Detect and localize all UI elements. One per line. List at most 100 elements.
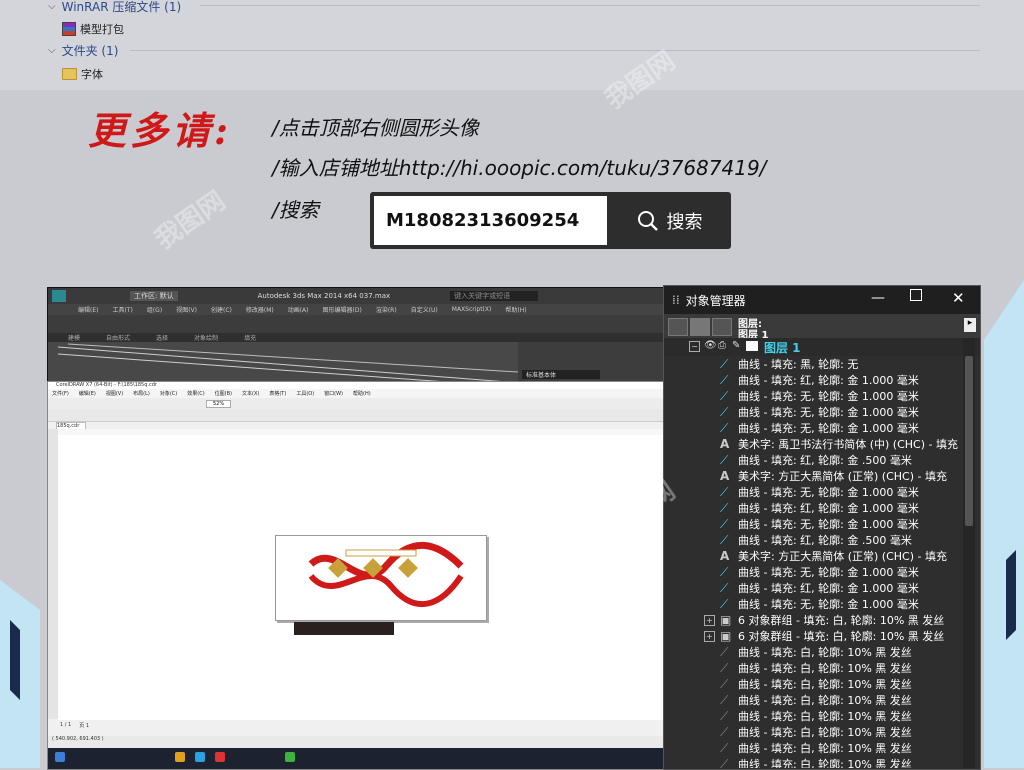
- object-row[interactable]: ⟋ 曲线 - 填充: 无, 轮廓: 金 1.000 毫米: [664, 516, 964, 532]
- menu-item[interactable]: 视图(V): [176, 305, 197, 314]
- windows-start-icon[interactable]: [55, 752, 65, 762]
- menu-item[interactable]: 视图(V): [106, 390, 123, 397]
- ribbon-tab[interactable]: 选择: [156, 333, 168, 342]
- layer-row[interactable]: − 👁 ⎙ ✎ 图层 1: [664, 338, 980, 356]
- curve-icon: ⟋: [720, 564, 729, 579]
- visibility-icon[interactable]: 👁: [704, 340, 717, 351]
- object-row[interactable]: ⟋ 曲线 - 填充: 无, 轮廓: 金 1.000 毫米: [664, 484, 964, 500]
- app-icon[interactable]: [215, 752, 225, 762]
- file-item-folder[interactable]: 字体: [62, 66, 103, 82]
- lock-icon[interactable]: ✎: [732, 340, 740, 351]
- collapse-icon[interactable]: −: [689, 341, 700, 352]
- object-row[interactable]: ⟋ 曲线 - 填充: 红, 轮廓: 金 1.000 毫米: [664, 372, 964, 388]
- workspace-select[interactable]: 工作区: 默认: [130, 291, 178, 301]
- menu-item[interactable]: 工具(O): [296, 390, 314, 397]
- file-item-rar[interactable]: 模型打包: [62, 21, 124, 37]
- object-row[interactable]: A 美术字: 方正大黑简体 (正常) (CHC) - 填充: [664, 548, 964, 564]
- maximize-icon[interactable]: [910, 289, 922, 301]
- object-row[interactable]: ⟋ 曲线 - 填充: 红, 轮廓: 金 .500 毫米: [664, 452, 964, 468]
- menu-item[interactable]: 效果(C): [187, 390, 204, 397]
- menu-item[interactable]: 组(G): [147, 305, 162, 314]
- group-header-winrar[interactable]: ⌵ WinRAR 压缩文件 (1): [48, 0, 181, 15]
- object-row[interactable]: ⟋ 曲线 - 填充: 白, 轮廓: 10% 黑 发丝: [664, 740, 964, 756]
- artwork-strip[interactable]: [294, 622, 394, 635]
- search-input[interactable]: [374, 196, 607, 245]
- menu-item[interactable]: 修改器(M): [246, 305, 274, 314]
- object-row[interactable]: ⟋ 曲线 - 填充: 白, 轮廓: 10% 黑 发丝: [664, 708, 964, 724]
- object-row[interactable]: ⟋ 曲线 - 填充: 白, 轮廓: 10% 黑 发丝: [664, 644, 964, 660]
- object-row[interactable]: ⟋ 曲线 - 填充: 无, 轮廓: 金 1.000 毫米: [664, 564, 964, 580]
- layer-manager-icon[interactable]: [690, 318, 710, 336]
- menu-item[interactable]: 表格(T): [269, 390, 286, 397]
- layer-properties-icon[interactable]: [668, 318, 688, 336]
- object-row[interactable]: ⟋ 曲线 - 填充: 白, 轮廓: 10% 黑 发丝: [664, 756, 964, 769]
- object-row[interactable]: ⟋ 曲线 - 填充: 无, 轮廓: 金 1.000 毫米: [664, 596, 964, 612]
- panel-dropdown[interactable]: 标准基本体: [522, 370, 600, 379]
- menu-item[interactable]: 图形编辑器(D): [323, 305, 362, 314]
- object-row[interactable]: ⟋ 曲线 - 填充: 红, 轮廓: 金 1.000 毫米: [664, 500, 964, 516]
- object-row[interactable]: ⟋ 曲线 - 填充: 红, 轮廓: 金 1.000 毫米: [664, 580, 964, 596]
- menu-item[interactable]: 位图(B): [215, 390, 232, 397]
- zoom-select[interactable]: 52%: [206, 400, 232, 408]
- group-header-folder[interactable]: ⌵ 文件夹 (1): [48, 42, 118, 59]
- object-row[interactable]: ⟋ 曲线 - 填充: 无, 轮廓: 金 1.000 毫米: [664, 404, 964, 420]
- menu-item[interactable]: 文件(F): [52, 390, 69, 397]
- menu-item[interactable]: MAXScript(X): [452, 306, 492, 313]
- cdr-property-bar[interactable]: [48, 409, 664, 422]
- scrollbar-thumb[interactable]: [965, 356, 973, 526]
- max-viewport[interactable]: [48, 342, 519, 384]
- curve-icon: ⟋: [720, 516, 729, 531]
- expand-icon[interactable]: +: [704, 614, 715, 626]
- object-row[interactable]: ⟋ 曲线 - 填充: 白, 轮廓: 10% 黑 发丝: [664, 692, 964, 708]
- curve-icon: ⟋: [720, 356, 729, 371]
- object-row[interactable]: ⟋ 曲线 - 填充: 白, 轮廓: 10% 黑 发丝: [664, 660, 964, 676]
- search-button[interactable]: 搜索: [612, 196, 727, 245]
- minimize-icon[interactable]: —: [871, 290, 885, 306]
- menu-item[interactable]: 自定义(U): [411, 305, 438, 314]
- object-row[interactable]: A 美术字: 方正大黑简体 (正常) (CHC) - 填充: [664, 468, 964, 484]
- explorer-icon[interactable]: [175, 752, 185, 762]
- page-tab[interactable]: 页 1: [79, 722, 89, 729]
- menu-item[interactable]: 对象(C): [160, 390, 177, 397]
- print-icon[interactable]: ⎙: [718, 340, 726, 351]
- menu-item[interactable]: 布局(L): [133, 390, 150, 397]
- ribbon-tab[interactable]: 对象绘制: [194, 333, 218, 342]
- page-navigator[interactable]: 1 / 1 页 1: [60, 722, 89, 729]
- browser-icon[interactable]: [195, 752, 205, 762]
- object-row[interactable]: A 美术字: 禹卫书法行书简体 (中) (CHC) - 填充: [664, 436, 964, 452]
- ribbon-tab[interactable]: 建模: [68, 333, 80, 342]
- chevron-down-icon[interactable]: ⌵: [48, 45, 56, 56]
- menu-item[interactable]: 编辑(E): [79, 390, 96, 397]
- object-row[interactable]: + ▣ 6 对象群组 - 填充: 白, 轮廓: 10% 黑 发丝: [664, 628, 964, 644]
- object-label: 6 对象群组 - 填充: 白, 轮廓: 10% 黑 发丝: [738, 630, 945, 643]
- menu-item[interactable]: 动画(A): [288, 305, 309, 314]
- flyout-arrow-icon[interactable]: ▸: [964, 318, 976, 332]
- menu-item[interactable]: 编辑(E): [78, 305, 98, 314]
- menu-item[interactable]: 渲染(R): [376, 305, 397, 314]
- object-row[interactable]: ⟋ 曲线 - 填充: 无, 轮廓: 金 1.000 毫米: [664, 420, 964, 436]
- menu-item[interactable]: 文本(X): [242, 390, 259, 397]
- menu-item[interactable]: 窗口(W): [324, 390, 343, 397]
- design-artwork[interactable]: [275, 535, 487, 621]
- menu-item[interactable]: 创建(C): [211, 305, 232, 314]
- menu-item[interactable]: 帮助(H): [353, 390, 371, 397]
- object-row[interactable]: + ▣ 6 对象群组 - 填充: 白, 轮廓: 10% 黑 发丝: [664, 612, 964, 628]
- wechat-icon[interactable]: [285, 752, 295, 762]
- object-row[interactable]: ⟋ 曲线 - 填充: 白, 轮廓: 10% 黑 发丝: [664, 724, 964, 740]
- show-layers-icon[interactable]: [712, 318, 732, 336]
- ribbon-tab[interactable]: 填充: [244, 333, 256, 342]
- menu-item[interactable]: 工具(T): [112, 305, 132, 314]
- object-row[interactable]: ⟋ 曲线 - 填充: 黑, 轮廓: 无: [664, 356, 964, 372]
- max-toolbar[interactable]: [48, 315, 664, 333]
- close-icon[interactable]: ✕: [952, 289, 965, 307]
- object-list: ⟋ 曲线 - 填充: 黑, 轮廓: 无 ⟋ 曲线 - 填充: 红, 轮廓: 金 1.0…: [664, 356, 964, 768]
- object-label: 曲线 - 填充: 白, 轮廓: 10% 黑 发丝: [738, 678, 912, 691]
- object-row[interactable]: ⟋ 曲线 - 填充: 红, 轮廓: 金 .500 毫米: [664, 532, 964, 548]
- max-search[interactable]: 键入关键字或短语: [450, 291, 539, 301]
- object-row[interactable]: ⟋ 曲线 - 填充: 无, 轮廓: 金 1.000 毫米: [664, 388, 964, 404]
- object-row[interactable]: ⟋ 曲线 - 填充: 白, 轮廓: 10% 黑 发丝: [664, 676, 964, 692]
- menu-item[interactable]: 帮助(H): [505, 305, 526, 314]
- expand-icon[interactable]: +: [704, 630, 715, 642]
- ribbon-tab[interactable]: 自由形式: [106, 333, 130, 342]
- chevron-down-icon[interactable]: ⌵: [48, 1, 56, 12]
